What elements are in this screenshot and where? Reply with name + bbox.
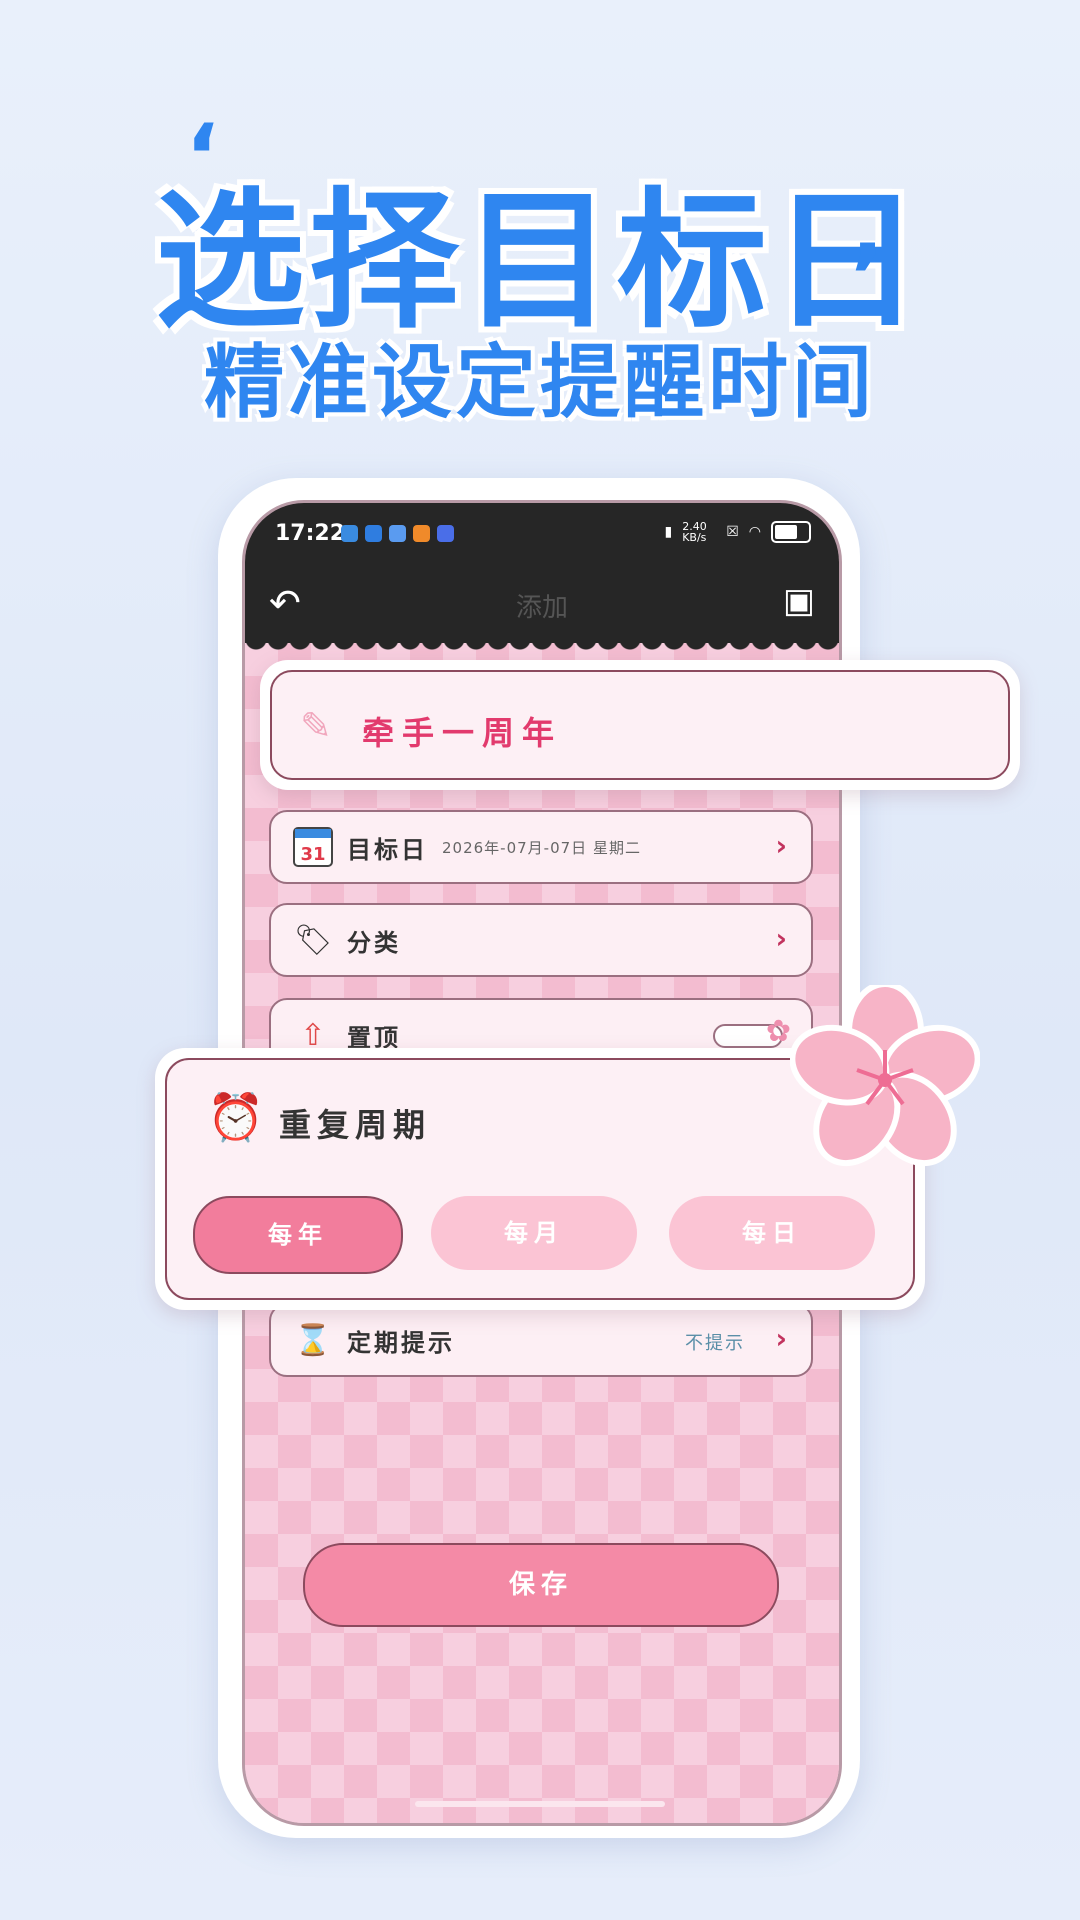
status-time: 17:22: [275, 521, 346, 546]
repeat-option-daily[interactable]: 每日: [669, 1196, 875, 1270]
status-right-icons: ▮ 2.40 KB/s ☒ ◠: [664, 520, 811, 544]
sim-icon: ☒: [726, 524, 739, 540]
chevron-right-icon: ›: [775, 829, 787, 862]
home-indicator: [415, 1801, 665, 1807]
category-label: 分类: [347, 928, 401, 957]
notification-app-icon: [413, 525, 430, 542]
repeat-cycle-label: 重复周期: [279, 1106, 432, 1144]
notification-app-icon: [341, 525, 358, 542]
wifi-icon: ◠: [748, 524, 761, 540]
category-row[interactable]: 🏷 分类 ›: [269, 903, 813, 977]
hourglass-icon: ⌛: [294, 1322, 332, 1358]
tag-icon: 🏷: [293, 922, 333, 958]
vibrate-icon: ▮: [664, 524, 673, 540]
calendar-icon: 31: [293, 827, 333, 867]
target-date-label: 目标日: [347, 835, 428, 864]
quote-mark-right: ’: [850, 225, 885, 330]
app-bar: ↶ 添加 ▣: [245, 565, 839, 643]
chevron-right-icon: ›: [775, 1322, 787, 1355]
notification-app-icon: [389, 525, 406, 542]
reminder-label: 定期提示: [347, 1328, 455, 1357]
net-speed: 2.40 KB/s: [682, 520, 707, 544]
event-name-field[interactable]: ✎ 牵手一周年: [270, 670, 1010, 780]
sakura-flower-decoration: [790, 985, 980, 1167]
target-date-row[interactable]: 31 目标日 2026年-07月-07日 星期二 ›: [269, 810, 813, 884]
status-bar: 17:22 ▮ 2.40 KB/s ☒ ◠: [245, 503, 839, 565]
alarm-clock-icon: ⏰: [207, 1090, 265, 1144]
repeat-option-yearly[interactable]: 每年: [193, 1196, 403, 1274]
repeat-option-monthly[interactable]: 每月: [431, 1196, 637, 1270]
event-name-card: ✎ 牵手一周年: [260, 660, 1020, 790]
target-date-value: 2026年-07月-07日 星期二: [442, 838, 641, 857]
promo-subheadline: 精准设定提醒时间: [204, 336, 876, 429]
reminder-row[interactable]: ⌛ 定期提示 不提示 ›: [269, 1303, 813, 1377]
pin-toggle[interactable]: [713, 1014, 791, 1049]
app-bar-title: 添加: [515, 593, 568, 623]
notification-icons: [341, 525, 454, 542]
notification-app-icon: [365, 525, 382, 542]
save-button[interactable]: 保存: [303, 1543, 779, 1627]
reminder-value: 不提示: [685, 1333, 745, 1354]
chevron-right-icon: ›: [775, 922, 787, 955]
event-name-text: 牵手一周年: [362, 714, 563, 752]
save-disk-icon[interactable]: ▣: [783, 581, 815, 621]
battery-icon: [771, 521, 811, 543]
scallop-border: [245, 639, 839, 657]
pencil-icon: ✎: [300, 704, 332, 748]
notification-app-icon: [437, 525, 454, 542]
